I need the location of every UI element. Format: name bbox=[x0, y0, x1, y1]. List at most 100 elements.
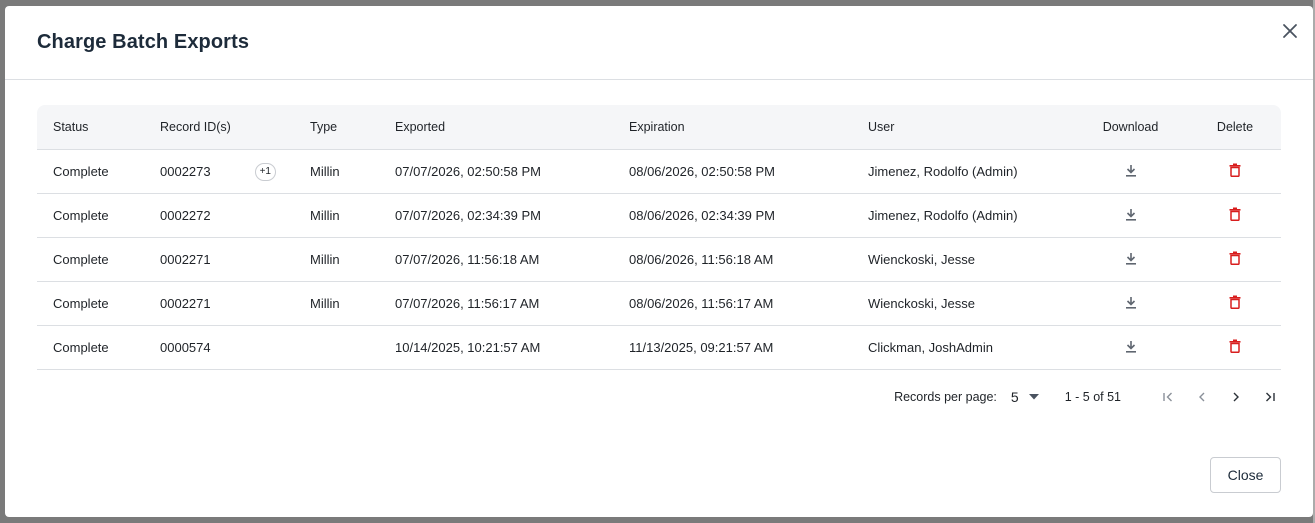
dialog-title: Charge Batch Exports bbox=[37, 31, 250, 53]
close-icon bbox=[1283, 24, 1297, 38]
cell-status: Complete bbox=[37, 281, 144, 326]
column-header-user: User bbox=[852, 105, 1072, 150]
caret-down-icon bbox=[1028, 394, 1039, 400]
cell-user: Jimenez, Rodolfo (Admin) bbox=[852, 193, 1072, 238]
download-button[interactable] bbox=[1125, 208, 1137, 221]
pagination: Records per page: 5 1 - 5 of 51 bbox=[894, 387, 1281, 407]
delete-button[interactable] bbox=[1229, 295, 1241, 309]
table-row: Complete 0002272 Millin 07/07/2026, 02:3… bbox=[37, 193, 1281, 238]
download-icon bbox=[1125, 296, 1136, 309]
cell-record-ids: 0000574 bbox=[144, 325, 294, 370]
first-page-icon bbox=[1163, 392, 1172, 402]
download-icon bbox=[1125, 340, 1136, 353]
cell-type: Millin bbox=[294, 193, 379, 238]
cell-status: Complete bbox=[37, 325, 144, 370]
cell-record-ids: 0002272 bbox=[144, 193, 294, 238]
cell-download bbox=[1072, 193, 1189, 238]
table-row: Complete 0000574 10/14/2025, 10:21:57 AM… bbox=[37, 325, 1281, 370]
cell-expiration: 08/06/2026, 11:56:17 AM bbox=[613, 281, 852, 326]
cell-type bbox=[294, 325, 379, 370]
cell-expiration: 08/06/2026, 02:50:58 PM bbox=[613, 149, 852, 194]
cell-delete bbox=[1189, 193, 1281, 238]
last-page-button[interactable] bbox=[1259, 387, 1281, 407]
cell-exported: 07/07/2026, 11:56:18 AM bbox=[379, 237, 613, 282]
cell-type: Millin bbox=[294, 149, 379, 194]
cell-delete bbox=[1189, 281, 1281, 326]
cell-delete bbox=[1189, 149, 1281, 194]
cell-user: Wienckoski, Jesse bbox=[852, 237, 1072, 282]
cell-type: Millin bbox=[294, 237, 379, 282]
delete-button[interactable] bbox=[1229, 207, 1241, 221]
delete-button[interactable] bbox=[1229, 251, 1241, 265]
table-row: Complete 0002273 +1 Millin 07/07/2026, 02… bbox=[37, 149, 1281, 194]
table-header-row: Status Record ID(s) Type Exported Expira… bbox=[37, 105, 1281, 150]
download-icon bbox=[1125, 164, 1136, 177]
records-per-page-select[interactable]: 5 bbox=[1011, 389, 1039, 405]
cell-download bbox=[1072, 281, 1189, 326]
download-icon bbox=[1125, 208, 1136, 221]
trash-icon bbox=[1229, 339, 1241, 353]
exports-table-card: Status Record ID(s) Type Exported Expira… bbox=[37, 105, 1281, 370]
trash-icon bbox=[1229, 295, 1241, 309]
column-header-exported: Exported bbox=[379, 105, 613, 150]
table-row: Complete 0002271 Millin 07/07/2026, 11:5… bbox=[37, 237, 1281, 282]
cell-status: Complete bbox=[37, 237, 144, 282]
column-header-type: Type bbox=[294, 105, 379, 150]
cell-status: Complete bbox=[37, 193, 144, 238]
cell-user: Jimenez, Rodolfo (Admin) bbox=[852, 149, 1072, 194]
cell-record-ids: 0002271 bbox=[144, 237, 294, 282]
cell-download bbox=[1072, 325, 1189, 370]
cell-exported: 07/07/2026, 02:34:39 PM bbox=[379, 193, 613, 238]
close-button[interactable]: Close bbox=[1210, 457, 1281, 493]
column-header-record-ids: Record ID(s) bbox=[144, 105, 294, 150]
cell-expiration: 08/06/2026, 02:34:39 PM bbox=[613, 193, 852, 238]
record-id: 0002271 bbox=[160, 252, 211, 267]
cell-exported: 07/07/2026, 02:50:58 PM bbox=[379, 149, 613, 194]
download-button[interactable] bbox=[1125, 164, 1137, 177]
last-page-icon bbox=[1266, 392, 1275, 402]
cell-exported: 07/07/2026, 11:56:17 AM bbox=[379, 281, 613, 326]
cell-exported: 10/14/2025, 10:21:57 AM bbox=[379, 325, 613, 370]
delete-button[interactable] bbox=[1229, 163, 1241, 177]
charge-batch-exports-dialog: Charge Batch Exports Status Record ID(s)… bbox=[5, 6, 1313, 517]
cell-record-ids: 0002271 bbox=[144, 281, 294, 326]
cell-type: Millin bbox=[294, 281, 379, 326]
record-id: 0000574 bbox=[160, 340, 211, 355]
cell-delete bbox=[1189, 325, 1281, 370]
trash-icon bbox=[1229, 251, 1241, 265]
record-id: 0002272 bbox=[160, 208, 211, 223]
cell-delete bbox=[1189, 237, 1281, 282]
chevron-right-icon bbox=[1233, 392, 1239, 402]
records-per-page-label: Records per page: bbox=[894, 390, 997, 404]
cell-expiration: 08/06/2026, 11:56:18 AM bbox=[613, 237, 852, 282]
previous-page-button[interactable] bbox=[1191, 387, 1213, 407]
next-page-button[interactable] bbox=[1225, 387, 1247, 407]
trash-icon bbox=[1229, 163, 1241, 177]
download-icon bbox=[1125, 252, 1136, 265]
cell-user: Wienckoski, Jesse bbox=[852, 281, 1072, 326]
cell-user: Clickman, JoshAdmin bbox=[852, 325, 1072, 370]
exports-table: Status Record ID(s) Type Exported Expira… bbox=[37, 105, 1281, 370]
cell-expiration: 11/13/2025, 09:21:57 AM bbox=[613, 325, 852, 370]
cell-record-ids: 0002273 +1 bbox=[144, 149, 294, 194]
trash-icon bbox=[1229, 207, 1241, 221]
download-button[interactable] bbox=[1125, 252, 1137, 265]
record-id: 0002271 bbox=[160, 296, 211, 311]
table-row: Complete 0002271 Millin 07/07/2026, 11:5… bbox=[37, 281, 1281, 326]
dialog-header: Charge Batch Exports bbox=[5, 6, 1313, 80]
cell-download bbox=[1072, 237, 1189, 282]
column-header-delete: Delete bbox=[1189, 105, 1281, 150]
records-per-page-value: 5 bbox=[1010, 389, 1019, 405]
additional-records-chip[interactable]: +1 bbox=[254, 162, 276, 181]
delete-button[interactable] bbox=[1229, 339, 1241, 353]
chevron-left-icon bbox=[1199, 392, 1205, 402]
download-button[interactable] bbox=[1125, 340, 1137, 353]
download-button[interactable] bbox=[1125, 296, 1137, 309]
first-page-button[interactable] bbox=[1157, 387, 1179, 407]
column-header-status: Status bbox=[37, 105, 144, 150]
column-header-expiration: Expiration bbox=[613, 105, 852, 150]
record-id: 0002273 bbox=[160, 164, 211, 179]
close-dialog-button[interactable] bbox=[1281, 22, 1299, 40]
column-header-download: Download bbox=[1072, 105, 1189, 150]
cell-status: Complete bbox=[37, 149, 144, 194]
